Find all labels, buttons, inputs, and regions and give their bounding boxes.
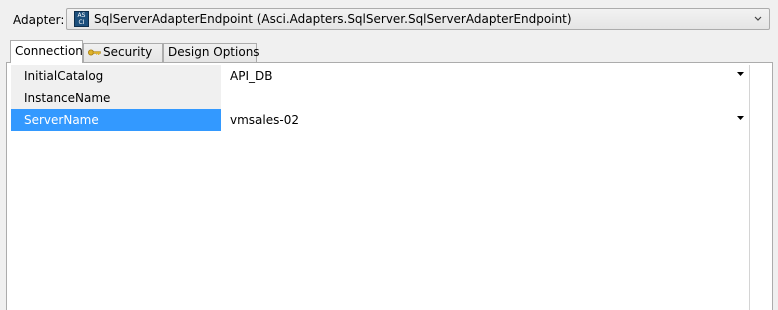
property-name: ServerName <box>11 109 221 131</box>
dropdown-arrow-icon[interactable] <box>737 116 744 120</box>
tab-design-options-label: Design Options <box>168 45 260 59</box>
dropdown-arrow-icon[interactable] <box>737 72 744 76</box>
connection-panel: InitialCatalog API_DB InstanceName Serve… <box>6 62 773 310</box>
adapter-label: Adapter: <box>13 13 65 27</box>
property-row-servername[interactable]: ServerName vmsales-02 <box>11 109 749 131</box>
tab-design-options[interactable]: Design Options <box>163 43 260 62</box>
connection-properties-window: Adapter: AS CI SqlServerAdapterEndpoint … <box>0 0 778 310</box>
property-value-dropdown[interactable]: vmsales-02 <box>221 109 749 131</box>
tab-security-label: Security <box>103 45 153 59</box>
adapter-selected-value: SqlServerAdapterEndpoint (Asci.Adapters.… <box>94 12 572 26</box>
property-row-instancename[interactable]: InstanceName <box>11 87 749 109</box>
property-value-input[interactable] <box>221 87 749 109</box>
adapter-dropdown[interactable]: AS CI SqlServerAdapterEndpoint (Asci.Ada… <box>66 8 770 30</box>
key-icon <box>88 49 101 56</box>
property-name: InitialCatalog <box>11 65 221 87</box>
property-value: API_DB <box>230 69 273 83</box>
adapter-icon: AS CI <box>74 11 89 27</box>
property-grid: InitialCatalog API_DB InstanceName Serve… <box>11 65 750 310</box>
property-value: vmsales-02 <box>230 113 299 127</box>
tab-security[interactable]: Security <box>83 43 163 62</box>
property-name: InstanceName <box>11 87 221 109</box>
property-value-dropdown[interactable]: API_DB <box>221 65 749 87</box>
chevron-down-icon <box>754 16 762 21</box>
adapter-row: Adapter: AS CI SqlServerAdapterEndpoint … <box>0 0 778 38</box>
property-row-initialcatalog[interactable]: InitialCatalog API_DB <box>11 65 749 87</box>
tab-connection[interactable]: Connection <box>10 40 83 63</box>
adapter-icon-text-bottom: CI <box>78 19 85 26</box>
tab-connection-label: Connection <box>15 44 83 58</box>
